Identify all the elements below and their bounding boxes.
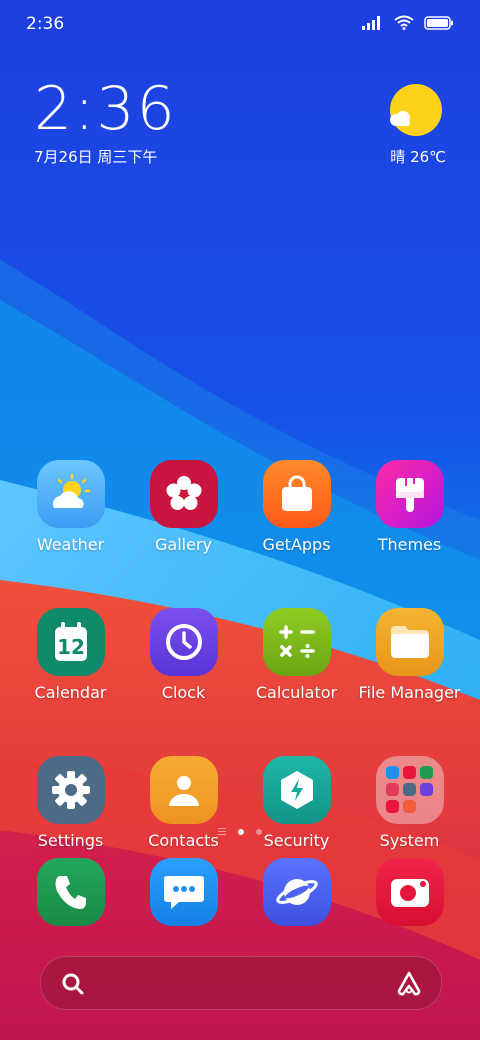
battery-icon [424, 15, 453, 30]
app-calculator[interactable]: Calculator [240, 608, 353, 702]
app-row: Weather Gallery GetApps Themes [14, 460, 466, 554]
dock-messages[interactable] [127, 858, 240, 926]
dock-browser[interactable] [240, 858, 353, 926]
weather-text: 晴 26℃ [390, 148, 446, 166]
clock-date: 7月26日 周三下午 [34, 148, 158, 166]
app-label: Clock [161, 683, 206, 702]
app-settings[interactable]: Settings [14, 756, 127, 850]
calendar-icon: 12 [36, 608, 105, 676]
status-icons [362, 15, 454, 30]
browser-icon [262, 858, 331, 926]
messages-icon [149, 858, 218, 926]
app-contacts[interactable]: Contacts [127, 756, 240, 850]
wifi-icon [394, 15, 414, 30]
contacts-icon [149, 756, 218, 824]
app-getapps[interactable]: GetApps [240, 460, 353, 554]
app-label: Weather [36, 535, 105, 554]
getapps-icon [262, 460, 331, 528]
app-row: 12 Calendar Clock Calculator File Manage… [14, 608, 466, 702]
search-bar[interactable] [40, 956, 442, 1010]
dock-camera[interactable] [353, 858, 466, 926]
clock-time: 2:36 [34, 74, 177, 144]
app-label: Themes [377, 535, 442, 554]
calculator-icon [262, 608, 331, 676]
app-calendar[interactable]: 12 Calendar [14, 608, 127, 702]
assistant-icon[interactable] [395, 970, 423, 996]
app-label: GetApps [262, 535, 331, 554]
settings-icon [36, 756, 105, 824]
status-time: 2:36 [26, 14, 65, 34]
app-label: Calculator [255, 683, 338, 702]
app-gallery[interactable]: Gallery [127, 460, 240, 554]
themes-icon [375, 460, 444, 528]
search-icon[interactable] [61, 972, 85, 996]
phone-icon [36, 858, 105, 926]
app-file-manager[interactable]: File Manager [353, 608, 466, 702]
calendar-day-number: 12 [57, 635, 85, 659]
security-icon [262, 756, 331, 824]
sunny-partly-cloudy-icon [390, 84, 442, 136]
app-security[interactable]: Security [240, 756, 353, 850]
page-indicator[interactable] [0, 828, 480, 835]
system-folder-icon [375, 756, 444, 824]
app-system-folder[interactable]: System [353, 756, 466, 850]
signal-icon [362, 15, 380, 30]
app-themes[interactable]: Themes [353, 460, 466, 554]
folder-icon [375, 608, 444, 676]
dock [14, 858, 466, 926]
page-dot [256, 828, 262, 835]
app-weather[interactable]: Weather [14, 460, 127, 554]
app-row: Settings Contacts Security System [14, 756, 466, 850]
dock-phone[interactable] [14, 858, 127, 926]
app-drawer-lines-icon [218, 828, 226, 835]
gallery-icon [149, 460, 218, 528]
app-label: Calendar [34, 683, 107, 702]
app-grid: Weather Gallery GetApps Themes 12 Calend… [14, 460, 466, 904]
weather-widget[interactable]: 晴 26℃ [386, 84, 446, 167]
weather-icon [36, 460, 105, 528]
app-clock[interactable]: Clock [127, 608, 240, 702]
app-label: Gallery [155, 535, 212, 554]
page-dot-active [238, 828, 244, 835]
app-label: File Manager [358, 683, 461, 702]
camera-icon [375, 858, 444, 926]
status-bar: 2:36 [0, 0, 480, 50]
clock-icon [149, 608, 218, 676]
clock-widget[interactable]: 2:36 7月26日 周三下午 [34, 76, 177, 167]
